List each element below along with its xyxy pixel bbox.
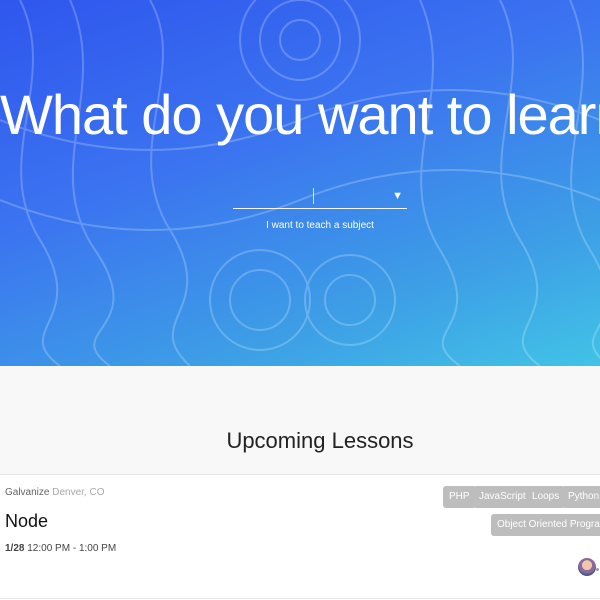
lesson-venue: Galvanize Denver, CO bbox=[5, 487, 105, 498]
venue-city: Denver, CO bbox=[52, 487, 105, 498]
section-title: Upcoming Lessons bbox=[226, 428, 414, 453]
venue-name: Galvanize bbox=[5, 487, 50, 498]
tag-loops[interactable]: Loops bbox=[526, 486, 566, 508]
hero-title: What do you want to learn? bbox=[0, 83, 600, 146]
lesson-title[interactable]: Node bbox=[5, 511, 48, 532]
more-dot-icon bbox=[596, 568, 599, 571]
decorative-pattern bbox=[0, 0, 600, 366]
instructor-avatar[interactable] bbox=[578, 558, 596, 576]
tag-javascript[interactable]: JavaScript bbox=[473, 486, 532, 508]
lesson-date: 1/28 bbox=[5, 543, 25, 554]
tag-php[interactable]: PHP bbox=[443, 486, 476, 508]
lesson-card[interactable]: Galvanize Denver, CO Node 1/28 12:00 PM … bbox=[0, 474, 600, 600]
lesson-time: 1/28 12:00 PM - 1:00 PM bbox=[5, 543, 116, 554]
lesson-time-range: 12:00 PM - 1:00 PM bbox=[27, 543, 117, 554]
tag-object-oriented-programming[interactable]: Object Oriented Programmin bbox=[491, 514, 600, 536]
hero-banner: What do you want to learn? ▼ I want to t… bbox=[0, 0, 600, 366]
tag-python[interactable]: Python bbox=[562, 486, 600, 508]
subject-dropdown[interactable]: ▼ bbox=[233, 186, 407, 209]
page: What do you want to learn? ▼ I want to t… bbox=[0, 0, 600, 600]
text-cursor bbox=[313, 188, 314, 204]
bottom-divider bbox=[0, 598, 600, 599]
teach-subject-link[interactable]: I want to teach a subject bbox=[0, 220, 600, 231]
caret-down-icon[interactable]: ▼ bbox=[392, 188, 403, 204]
upcoming-lessons-section: Upcoming Lessons Galvanize Denver, CO No… bbox=[0, 366, 600, 600]
